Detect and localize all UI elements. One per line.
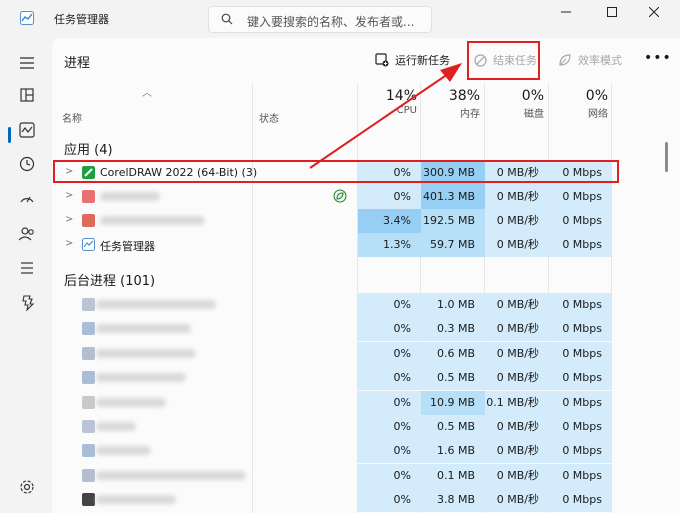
annotation-arrow — [309, 63, 462, 169]
